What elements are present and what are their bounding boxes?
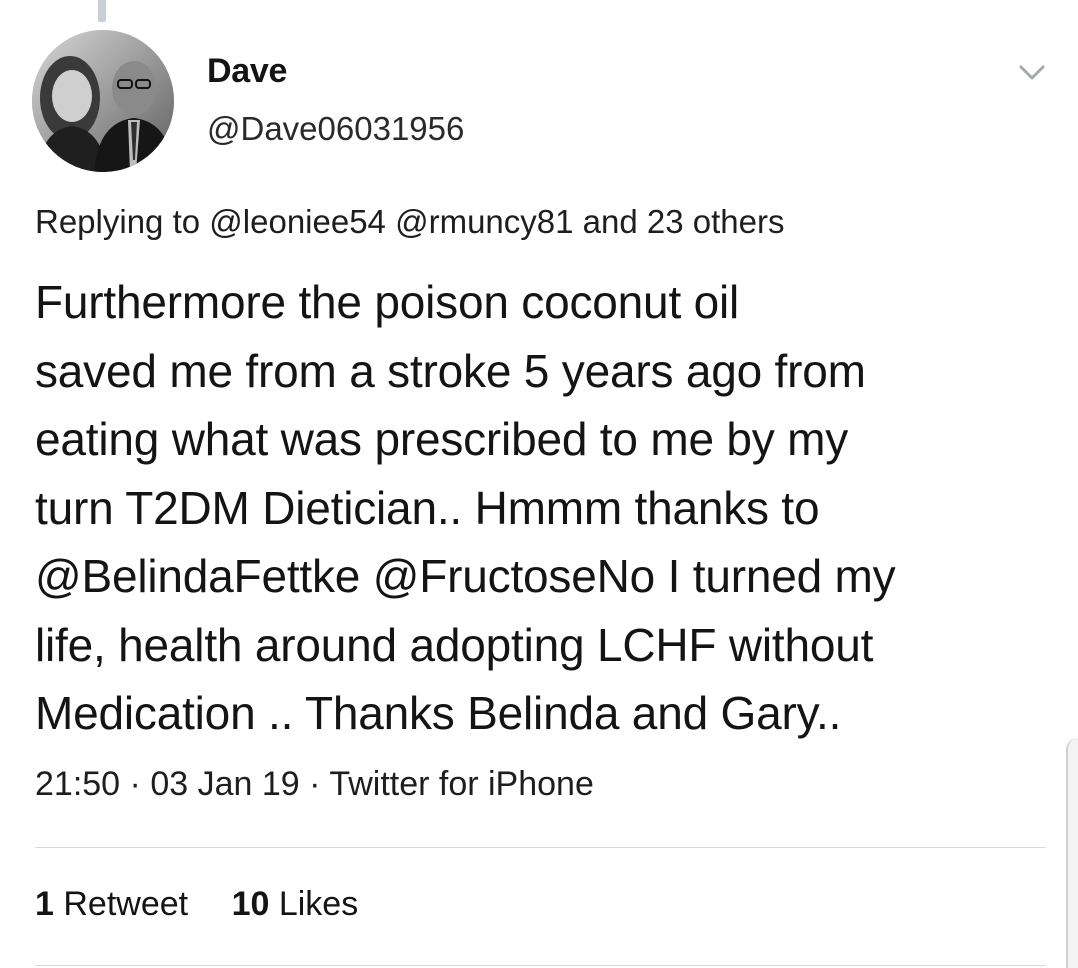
- author-handle[interactable]: @Dave06031956: [207, 110, 464, 148]
- retweets-stat[interactable]: 1 Retweet: [35, 885, 188, 924]
- tweet-time[interactable]: 21:50: [35, 765, 120, 803]
- mention-link[interactable]: @leoniee54: [209, 203, 386, 240]
- meta-separator: ·: [129, 765, 141, 803]
- mention-link[interactable]: @rmuncy81: [395, 203, 573, 240]
- thread-connector-line: [98, 0, 106, 22]
- tweet-date[interactable]: 03 Jan 19: [150, 765, 299, 803]
- engagement-stats: 1 Retweet 10 Likes: [35, 885, 392, 924]
- divider: [35, 965, 1046, 966]
- tweet-meta: 21:50 · 03 Jan 19 · Twitter for iPhone: [35, 765, 594, 804]
- chevron-down-icon[interactable]: [1012, 52, 1052, 92]
- tweet-text: Furthermore the poison coconut oil saved…: [35, 276, 896, 739]
- meta-separator: ·: [309, 765, 321, 803]
- divider: [35, 847, 1046, 848]
- replying-to-line: Replying to @leoniee54 @rmuncy81 and 23 …: [35, 203, 784, 241]
- replying-to-prefix: Replying to: [35, 203, 201, 240]
- tweet-source[interactable]: Twitter for iPhone: [329, 765, 594, 803]
- likes-label: Likes: [278, 885, 359, 923]
- likes-stat[interactable]: 10 Likes: [232, 885, 359, 924]
- likes-count: 10: [231, 885, 270, 923]
- retweets-label: Retweet: [63, 885, 189, 923]
- avatar[interactable]: [32, 30, 174, 172]
- retweets-count: 1: [35, 885, 54, 923]
- others-link[interactable]: and 23 others: [583, 203, 785, 240]
- author-display-name[interactable]: Dave: [207, 52, 287, 91]
- scroll-edge: [1066, 738, 1078, 968]
- avatar-photo: [32, 30, 174, 172]
